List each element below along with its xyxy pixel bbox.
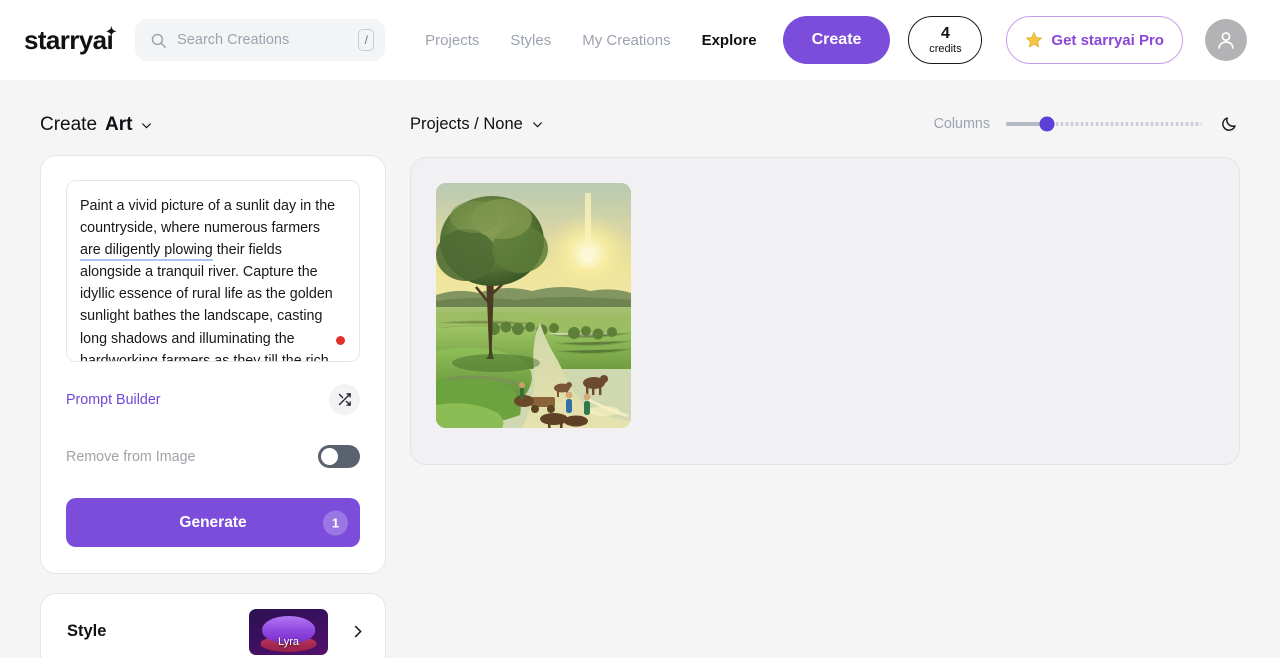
sparkle-icon: ✦ xyxy=(105,23,117,39)
gallery-toolbar: Projects / None Columns xyxy=(410,111,1240,137)
remove-from-image-toggle[interactable] xyxy=(318,445,360,468)
page-content: Create Art Paint a vivid picture of a su… xyxy=(0,80,1280,658)
starryai-logo[interactable]: starryai ✦ xyxy=(24,23,117,56)
chevron-right-icon xyxy=(354,625,362,638)
style-thumbnail[interactable]: Lyra xyxy=(249,608,328,655)
prompt-textarea[interactable]: Paint a vivid picture of a sunlit day in… xyxy=(66,180,360,362)
credits-label: credits xyxy=(929,42,962,55)
create-title-prefix: Create xyxy=(40,114,98,135)
main-nav: Projects Styles My Creations Explore xyxy=(425,32,756,49)
user-avatar-icon xyxy=(1218,32,1234,49)
prompt-builder-row: Prompt Builder xyxy=(66,384,360,415)
project-selector[interactable]: Projects / None xyxy=(410,115,544,134)
theme-toggle-button[interactable] xyxy=(1218,113,1240,135)
prompt-card: Paint a vivid picture of a sunlit day in… xyxy=(40,155,386,574)
user-avatar[interactable] xyxy=(1204,19,1247,61)
generate-button[interactable]: Generate 1 xyxy=(66,498,360,547)
create-button[interactable]: Create xyxy=(782,16,891,64)
chevron-down-icon xyxy=(142,122,152,129)
search-icon xyxy=(151,33,167,48)
app-header: starryai ✦ / Projects Styles My Creation… xyxy=(0,0,1280,80)
create-title-mode: Art xyxy=(105,114,133,135)
prompt-text: Paint a vivid picture of a sunlit day in… xyxy=(80,195,343,361)
prompt-text-part1: Paint a vivid picture of a sunlit day in… xyxy=(80,198,336,237)
create-mode-selector[interactable]: Create Art xyxy=(40,114,386,136)
toggle-knob xyxy=(321,448,338,465)
columns-control: Columns xyxy=(934,113,1240,135)
get-pro-button[interactable]: Get starryai Pro xyxy=(1006,16,1183,64)
generate-count-badge: 1 xyxy=(323,510,348,535)
shuffle-button[interactable] xyxy=(329,384,360,415)
nav-item-my-creations[interactable]: My Creations xyxy=(582,32,670,49)
search-box[interactable]: / xyxy=(135,19,386,61)
search-input[interactable] xyxy=(177,32,349,48)
star-icon xyxy=(1026,31,1043,48)
shuffle-icon xyxy=(338,393,351,406)
chevron-down-icon xyxy=(532,121,542,128)
columns-label: Columns xyxy=(933,116,990,132)
prompt-text-highlight: are diligently plowing xyxy=(80,242,213,262)
creation-image xyxy=(436,183,631,428)
remove-from-image-label: Remove from Image xyxy=(66,448,196,465)
prompt-status-dot xyxy=(336,336,345,345)
creations-gallery xyxy=(410,157,1240,465)
remove-from-image-row: Remove from Image xyxy=(66,445,360,468)
prompt-builder-link[interactable]: Prompt Builder xyxy=(66,392,161,408)
columns-slider-thumb[interactable] xyxy=(1039,116,1055,132)
create-panel: Create Art Paint a vivid picture of a su… xyxy=(40,80,386,658)
creation-thumbnail[interactable] xyxy=(436,183,631,428)
style-name: Lyra xyxy=(278,635,299,648)
get-pro-label: Get starryai Pro xyxy=(1051,31,1164,49)
nav-item-explore[interactable]: Explore xyxy=(702,32,757,49)
gallery-panel: Projects / None Columns xyxy=(410,80,1240,465)
style-selector[interactable]: Style Lyra xyxy=(40,593,386,658)
nav-item-projects[interactable]: Projects xyxy=(425,32,479,49)
credits-count: 4 xyxy=(940,25,950,43)
logo-text: starryai xyxy=(24,24,114,55)
search-shortcut-key: / xyxy=(358,29,375,51)
credits-button[interactable]: 4 credits xyxy=(908,16,983,64)
style-label: Style xyxy=(67,622,107,640)
project-selector-label: Projects / None xyxy=(410,114,523,133)
columns-slider[interactable] xyxy=(1006,116,1202,132)
generate-label: Generate xyxy=(179,513,247,531)
nav-item-styles[interactable]: Styles xyxy=(510,32,551,49)
moon-icon xyxy=(1222,117,1236,131)
